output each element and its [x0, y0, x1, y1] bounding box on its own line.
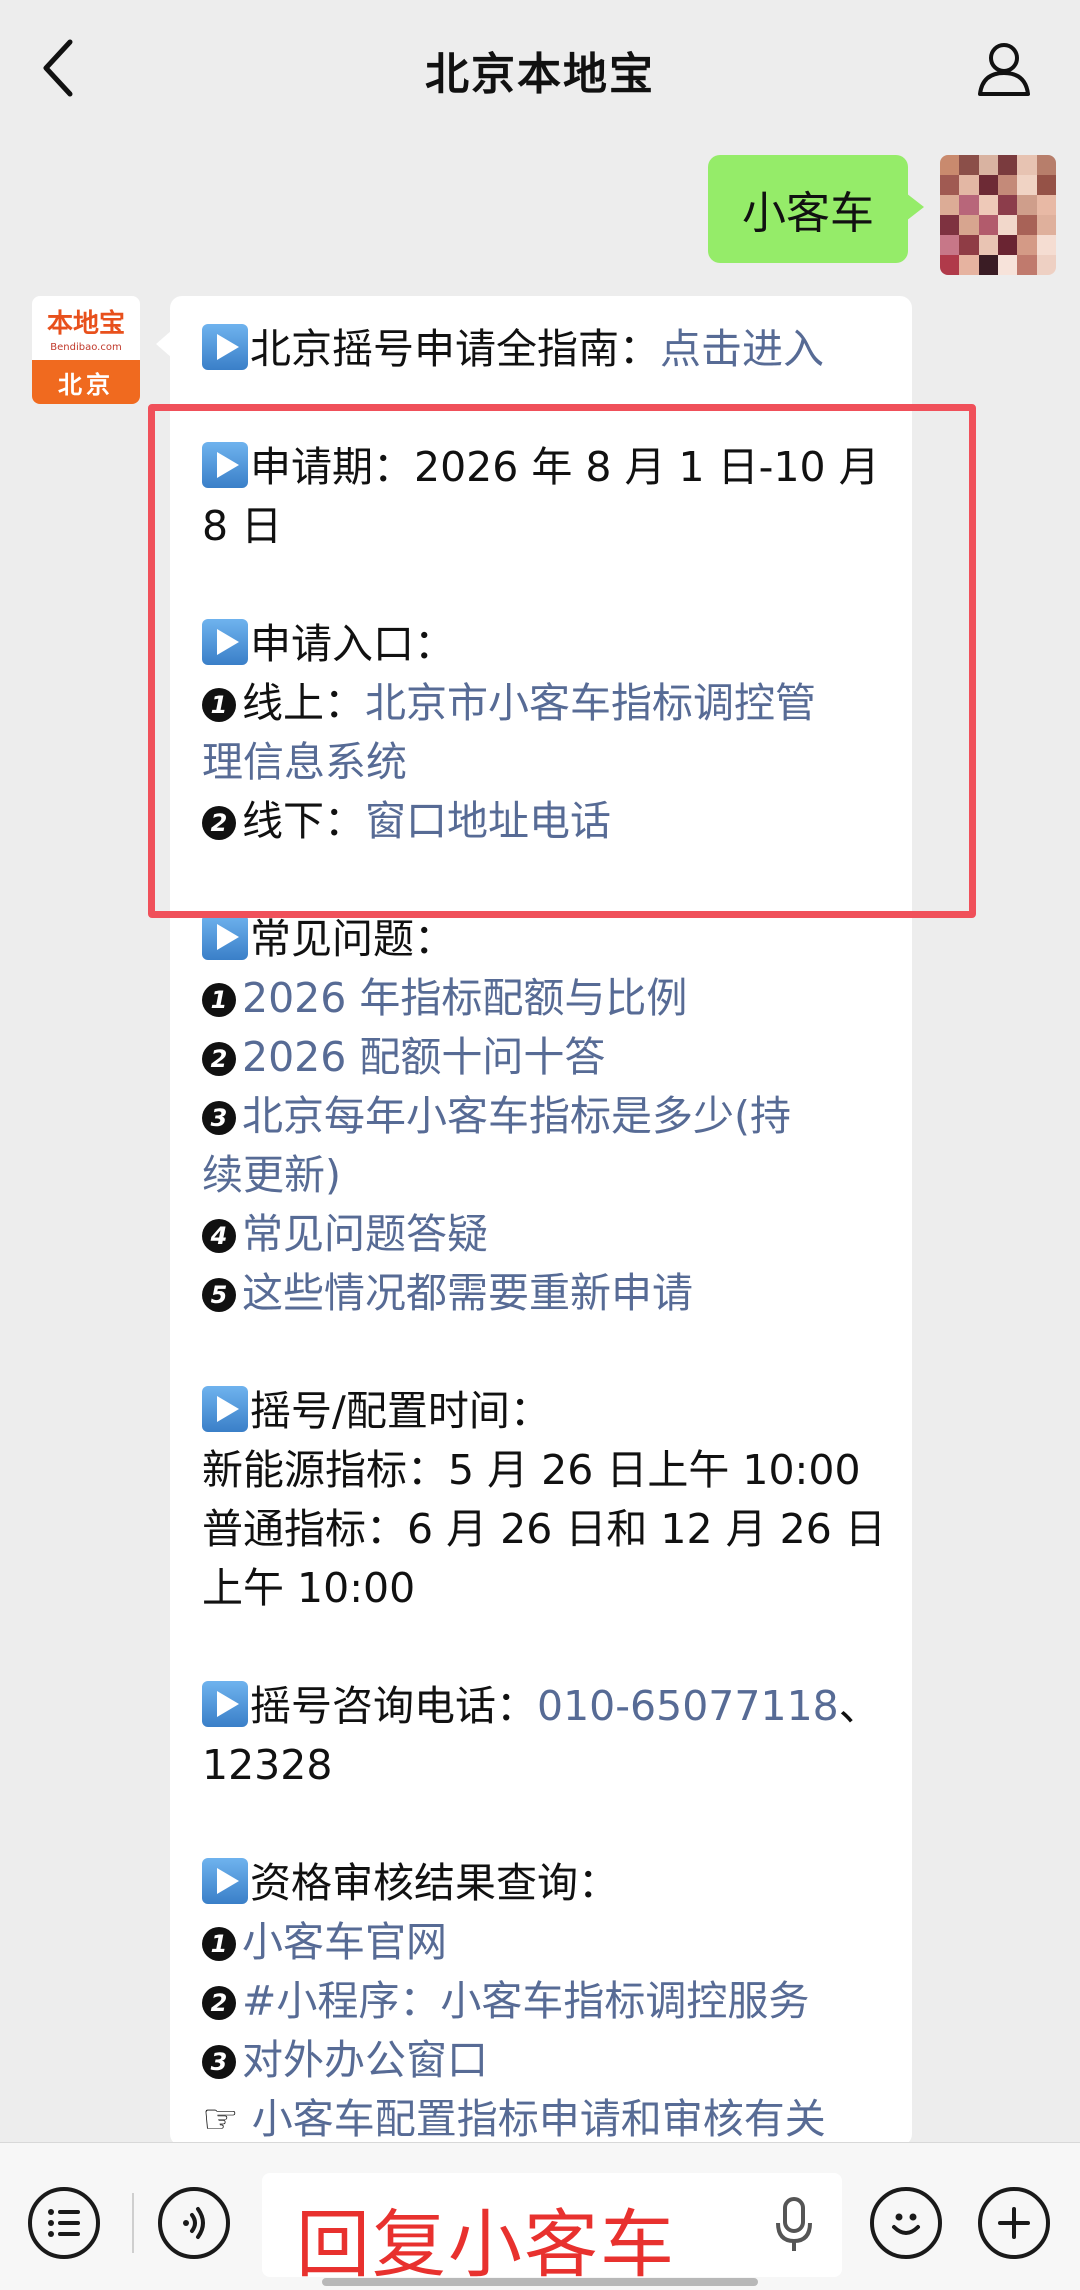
bot-logo-brand: 本地宝 [46, 309, 125, 339]
phone-link[interactable]: 010-65077118 [537, 1682, 839, 1730]
guide-label: 北京摇号申请全指南： [250, 325, 660, 373]
chat-title: 北京本地宝 [425, 49, 655, 100]
entry-label: 申请入口： [250, 620, 455, 668]
bot-logo: 本地宝 Bendibao.com [32, 296, 140, 360]
plus-icon[interactable] [978, 2187, 1050, 2259]
offline-link[interactable]: 窗口地址电话 [365, 797, 611, 845]
qualification-link-1[interactable]: 小客车官网 [242, 1918, 447, 1966]
faq-item: 3 北京每年小客车指标是多少(持 [202, 1087, 892, 1146]
phone-label: 摇号咨询电话： [250, 1682, 537, 1730]
number-2-icon: 2 [202, 806, 236, 840]
faq-item: 5 这些情况都需要重新申请 [202, 1264, 892, 1323]
number-2-icon: 2 [202, 1042, 236, 1076]
phone-separator: 、 [838, 1682, 880, 1730]
faq-item: 2 2026 配额十问十答 [202, 1028, 892, 1087]
lottery-label: 摇号/配置时间： [250, 1387, 551, 1435]
faq-label: 常见问题： [250, 915, 455, 963]
chat-header: 北京本地宝 [0, 0, 1080, 136]
play-icon [202, 914, 248, 960]
list-menu-icon[interactable] [28, 2187, 100, 2259]
qualification-link-4[interactable]: 小客车配置指标申请和审核有关 [252, 2095, 826, 2143]
emoji-icon[interactable] [870, 2187, 942, 2259]
guide-link[interactable]: 点击进入 [660, 325, 824, 373]
online-label: 线上： [242, 679, 365, 727]
qualification-item: 3 对外办公窗口 [202, 2031, 892, 2090]
number-3-icon: 3 [202, 1101, 236, 1135]
faq-link-4[interactable]: 常见问题答疑 [242, 1210, 488, 1258]
qualification-heading: 资格审核结果查询： [202, 1854, 892, 1913]
faq-link-2[interactable]: 2026 配额十问十答 [242, 1033, 605, 1081]
bot-logo-city: 北京 [32, 360, 140, 404]
number-1-icon: 1 [202, 1927, 236, 1961]
lottery-regular-cont: 上午 10:00 [202, 1564, 416, 1612]
number-2-icon: 2 [202, 1986, 236, 2020]
input-text: 回复小客车 [296, 2202, 676, 2288]
person-icon[interactable] [974, 38, 1034, 98]
play-icon [202, 1681, 248, 1727]
bot-logo-domain: Bendibao.com [50, 342, 122, 353]
divider [132, 2193, 134, 2253]
play-icon [202, 442, 248, 488]
lottery-new-energy: 新能源指标：5 月 26 日上午 10:00 [202, 1446, 861, 1494]
faq-heading: 常见问题： [202, 910, 892, 969]
qualification-item: ☞ 小客车配置指标申请和审核有关 [202, 2090, 892, 2146]
sent-message-bubble[interactable]: 小客车 [708, 155, 924, 263]
period-text-cont: 8 日 [202, 502, 283, 550]
message-input[interactable]: 回复小客车 [262, 2173, 842, 2288]
play-icon [202, 1386, 248, 1432]
sent-message-text: 小客车 [742, 188, 874, 239]
faq-link-3[interactable]: 北京每年小客车指标是多少(持 [242, 1092, 791, 1140]
phone-line: 摇号咨询电话：010-65077118、 [202, 1677, 892, 1736]
number-1-icon: 1 [202, 688, 236, 722]
play-icon [202, 1858, 248, 1904]
pointing-hand-icon: ☞ [202, 2095, 252, 2143]
offline-entry: 2 线下：窗口地址电话 [202, 792, 892, 851]
period-text: 申请期：2026 年 8 月 1 日-10 月 [250, 443, 880, 491]
entry-heading: 申请入口： [202, 615, 892, 674]
number-5-icon: 5 [202, 1278, 236, 1312]
phone-number-2: 12328 [202, 1741, 333, 1789]
home-indicator [322, 2278, 758, 2286]
lottery-heading: 摇号/配置时间： [202, 1382, 892, 1441]
received-message-bubble: 北京摇号申请全指南：点击进入 申请期：2026 年 8 月 1 日-10 月 8… [170, 296, 912, 2146]
number-1-icon: 1 [202, 983, 236, 1017]
voice-icon[interactable] [158, 2187, 230, 2259]
faq-item: 4 常见问题答疑 [202, 1205, 892, 1264]
online-link-cont[interactable]: 理信息系统 [202, 733, 892, 792]
play-icon [202, 619, 248, 665]
faq-link-5[interactable]: 这些情况都需要重新申请 [242, 1269, 693, 1317]
online-link[interactable]: 北京市小客车指标调控管 [365, 679, 816, 727]
qualification-link-2[interactable]: #小程序：小客车指标调控服务 [242, 1977, 809, 2025]
online-entry: 1 线上：北京市小客车指标调控管 [202, 674, 892, 733]
message-body: 北京摇号申请全指南：点击进入 申请期：2026 年 8 月 1 日-10 月 8… [202, 320, 892, 2146]
number-4-icon: 4 [202, 1219, 236, 1253]
qualification-label: 资格审核结果查询： [250, 1859, 619, 1907]
faq-link-3-cont[interactable]: 续更新) [202, 1146, 892, 1205]
bot-avatar[interactable]: 本地宝 Bendibao.com 北京 [32, 296, 140, 404]
input-bar: 回复小客车 [0, 2142, 1080, 2290]
qualification-link-3[interactable]: 对外办公窗口 [242, 2036, 488, 2084]
microphone-icon[interactable] [774, 2197, 814, 2253]
play-icon [202, 324, 248, 370]
guide-line: 北京摇号申请全指南：点击进入 [202, 320, 892, 379]
offline-label: 线下： [242, 797, 365, 845]
number-3-icon: 3 [202, 2045, 236, 2079]
period-line: 申请期：2026 年 8 月 1 日-10 月 [202, 438, 892, 497]
qualification-item: 1 小客车官网 [202, 1913, 892, 1972]
qualification-item: 2 #小程序：小客车指标调控服务 [202, 1972, 892, 2031]
lottery-regular: 普通指标：6 月 26 日和 12 月 26 日 [202, 1505, 886, 1553]
faq-link-1[interactable]: 2026 年指标配额与比例 [242, 974, 687, 1022]
faq-item: 1 2026 年指标配额与比例 [202, 969, 892, 1028]
self-avatar[interactable] [940, 155, 1056, 275]
